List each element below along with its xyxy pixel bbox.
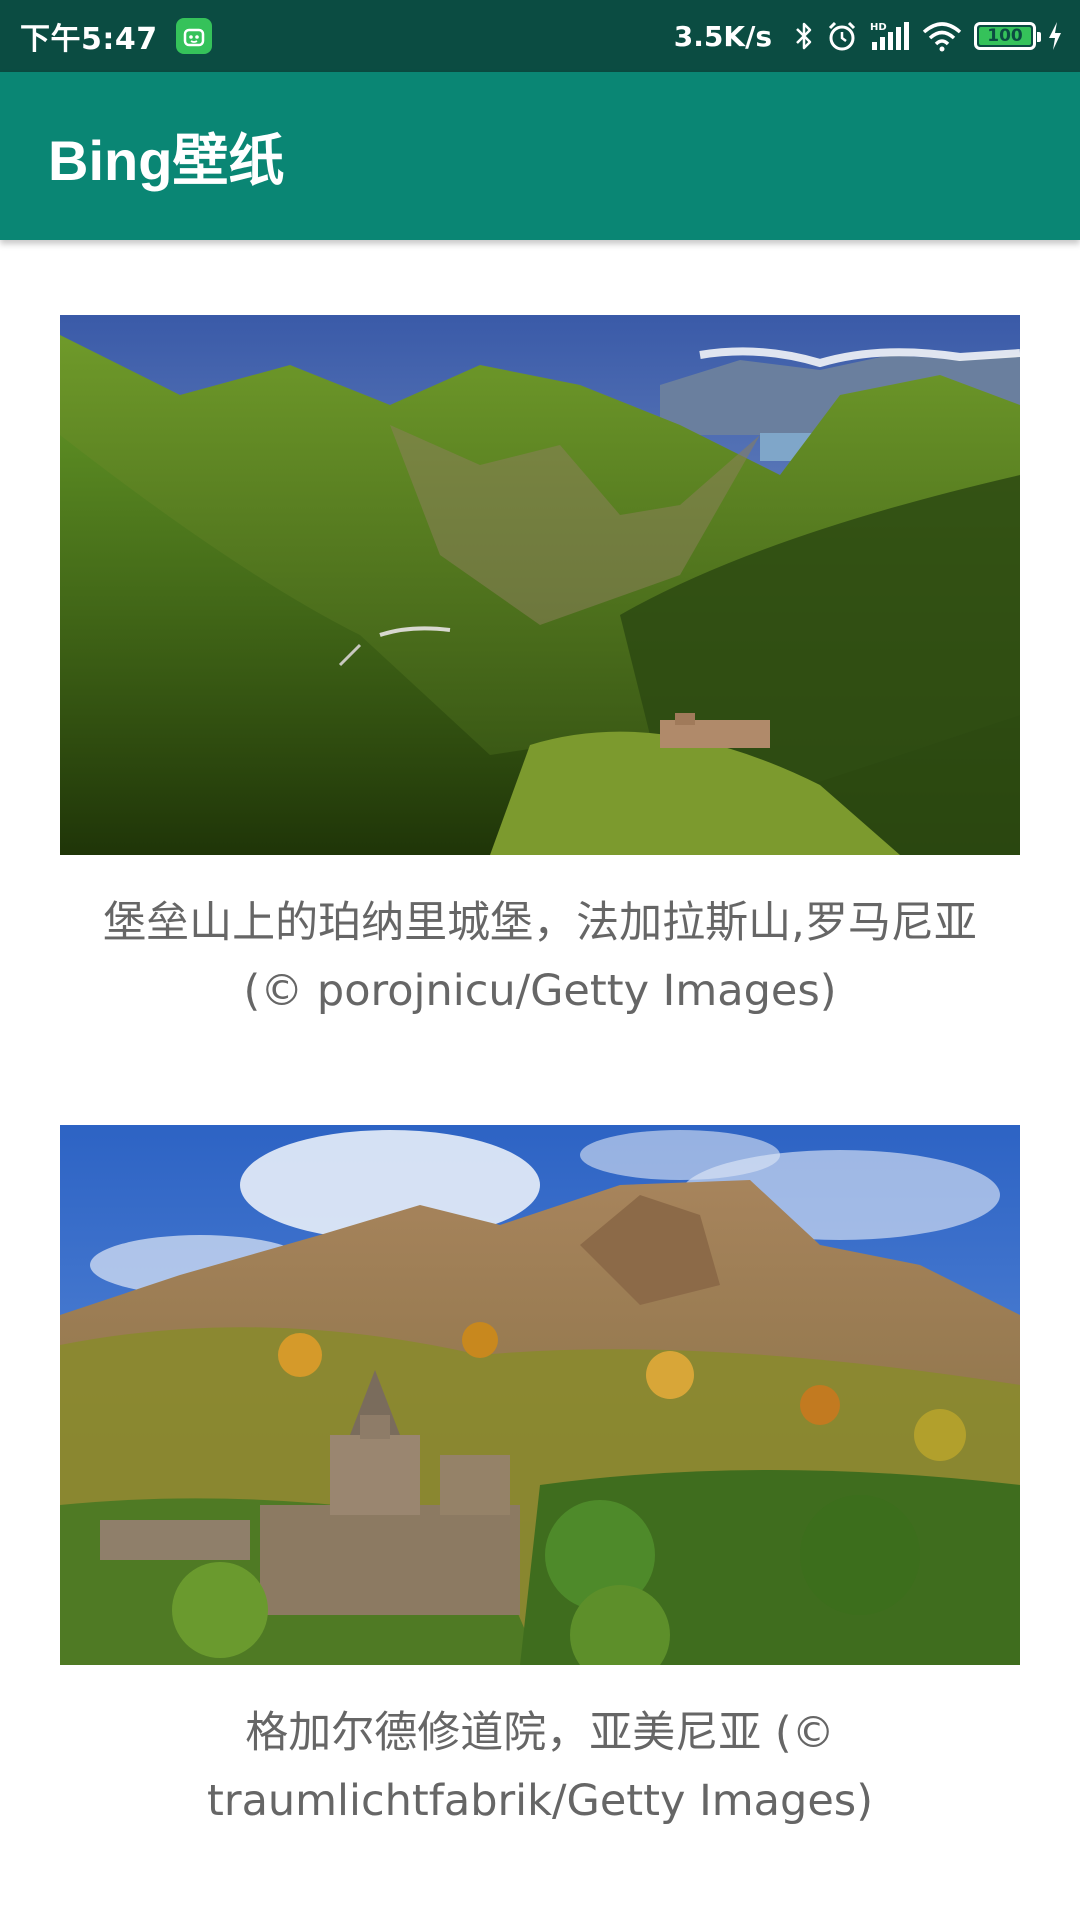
network-speed: 3.5K/s: [673, 19, 772, 53]
wallpaper-card[interactable]: 格加尔德修道院，亚美尼亚 (© traumlichtfabrik/Getty I…: [60, 1125, 1020, 1835]
status-time: 下午5:47: [20, 22, 158, 57]
app-notification-icon: [175, 18, 212, 54]
svg-text:HD: HD: [870, 22, 887, 33]
wallpaper-card[interactable]: 堡垒山上的珀纳里城堡，法加拉斯山,罗马尼亚 (© porojnicu/Getty…: [60, 315, 1020, 1025]
wifi-icon: [922, 20, 962, 52]
app-title: Bing壁纸: [48, 128, 285, 192]
charging-icon: [1048, 22, 1062, 50]
wallpaper-image[interactable]: [60, 315, 1020, 855]
wallpaper-image[interactable]: [60, 1125, 1020, 1665]
battery-level: 100: [987, 26, 1023, 46]
bluetooth-icon: [794, 20, 814, 52]
app-bar: Bing壁纸: [0, 72, 1080, 240]
wallpaper-caption: 格加尔德修道院，亚美尼亚 (© traumlichtfabrik/Getty I…: [207, 1708, 873, 1826]
alarm-icon: [826, 20, 858, 52]
battery-icon: 100: [974, 22, 1041, 50]
wallpaper-caption: 堡垒山上的珀纳里城堡，法加拉斯山,罗马尼亚 (© porojnicu/Getty…: [103, 898, 977, 1016]
status-bar: 下午5:47 3.5K/s HD 100: [0, 0, 1080, 72]
hd-signal-icon: HD: [870, 20, 910, 52]
